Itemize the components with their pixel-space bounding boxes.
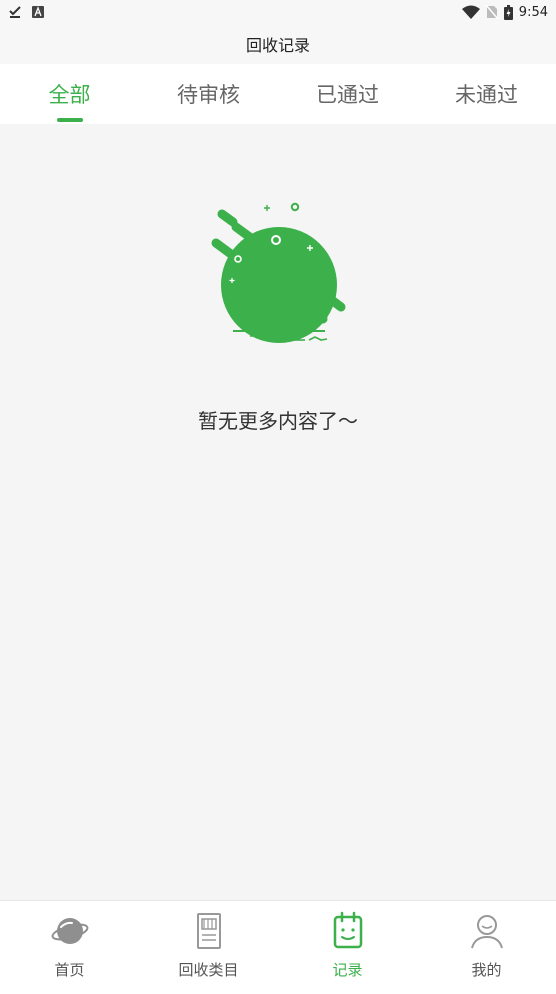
nav-item-categories[interactable]: 回收类目 <box>139 901 278 994</box>
wifi-icon <box>461 5 480 19</box>
nav-label: 回收类目 <box>178 961 239 979</box>
tab-label: 未通过 <box>455 83 518 107</box>
nav-label: 首页 <box>54 961 85 979</box>
planet-icon <box>51 918 88 944</box>
status-bar: 9:54 <box>0 0 556 24</box>
nav-label: 记录 <box>332 961 363 979</box>
tab-rejected[interactable]: 未通过 <box>417 64 556 124</box>
status-time: 9:54 <box>518 4 548 20</box>
tab-label: 待审核 <box>177 83 240 107</box>
tab-approved[interactable]: 已通过 <box>278 64 417 124</box>
tab-all[interactable]: 全部 <box>0 64 139 124</box>
bottom-navigation: 首页 回收类目 记录 我的 <box>0 900 556 994</box>
page-header: 回收记录 <box>0 24 556 64</box>
tab-label: 全部 <box>48 83 91 107</box>
record-icon <box>333 911 362 949</box>
category-icon <box>196 913 221 949</box>
page-title: 回收记录 <box>245 36 310 55</box>
status-left <box>8 5 44 19</box>
nav-item-home[interactable]: 首页 <box>0 901 139 994</box>
download-done-icon <box>9 6 21 18</box>
active-tab-indicator <box>56 118 83 122</box>
filter-tabs: 全部 待审核 已通过 未通过 <box>0 64 556 124</box>
tab-pending[interactable]: 待审核 <box>139 64 278 124</box>
battery-icon <box>503 4 513 20</box>
nav-label: 我的 <box>471 961 502 979</box>
empty-state-message: 暂无更多内容了～ <box>198 409 358 433</box>
tab-label: 已通过 <box>316 83 379 107</box>
user-icon <box>470 915 503 949</box>
app-notification-icon <box>32 6 44 18</box>
status-right: 9:54 <box>461 4 548 20</box>
nav-item-records[interactable]: 记录 <box>278 901 417 994</box>
no-sim-icon <box>485 5 498 19</box>
nav-item-profile[interactable]: 我的 <box>417 901 556 994</box>
empty-state-illustration-icon <box>211 202 346 343</box>
